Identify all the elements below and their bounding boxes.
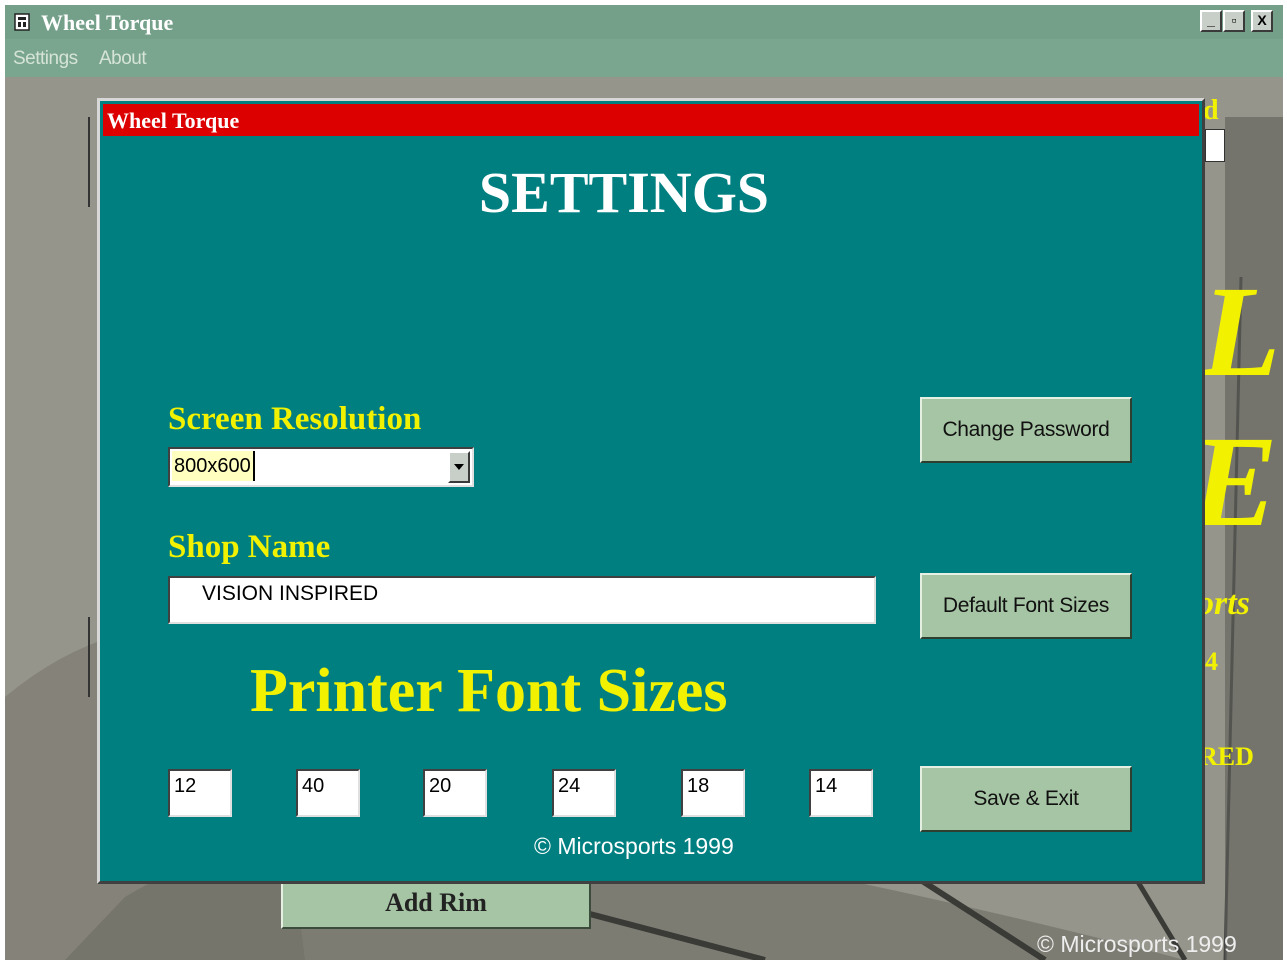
background-logo-fragment-1: L [1201,260,1281,404]
default-font-sizes-button[interactable]: Default Font Sizes [920,573,1132,639]
background-input-fragment [1205,129,1225,162]
font-size-input-3[interactable]: 20 [423,769,487,817]
app-icon [14,13,30,31]
settings-heading: SETTINGS [478,160,770,225]
add-rim-button[interactable]: Add Rim [281,877,591,929]
screen-resolution-select[interactable]: 800x600 [168,447,474,487]
main-window: Wheel Torque _ ▫ X Settings About d L E … [5,5,1283,960]
background-copyright: © Microsports 1999 [1037,931,1237,957]
minimize-button[interactable]: _ [1200,10,1222,32]
shop-name-input[interactable]: VISION INSPIRED [168,576,876,624]
printer-font-sizes-label: Printer Font Sizes [250,657,728,725]
menu-bar: Settings About [5,39,1283,77]
font-size-input-4[interactable]: 24 [552,769,616,817]
menu-settings[interactable]: Settings [13,48,78,70]
window-title: Wheel Torque [41,10,174,35]
restore-button[interactable]: ▫ [1223,10,1245,32]
shop-name-label: Shop Name [168,529,331,565]
settings-dialog: Wheel Torque SETTINGS Screen Resolution … [97,98,1205,884]
dialog-copyright: © Microsports 1999 [534,833,734,859]
menu-about[interactable]: About [99,48,147,70]
change-password-button[interactable]: Change Password [920,397,1132,463]
font-size-input-2[interactable]: 40 [296,769,360,817]
dialog-title: Wheel Torque [107,108,240,133]
screen-resolution-value[interactable]: 800x600 [172,451,255,481]
close-button[interactable]: X [1251,10,1273,32]
title-bar[interactable]: Wheel Torque _ ▫ X [5,5,1283,39]
font-size-input-1[interactable]: 12 [168,769,232,817]
dropdown-arrow-icon[interactable] [448,451,470,483]
background-shop-fragment: RED [1199,742,1254,771]
background-number-fragment: 4 [1205,647,1218,676]
font-size-input-5[interactable]: 18 [681,769,745,817]
font-size-input-6[interactable]: 14 [809,769,873,817]
background-label-fragment: d [1203,95,1219,126]
save-exit-button[interactable]: Save & Exit [920,766,1132,832]
screen-resolution-label: Screen Resolution [168,401,422,437]
dialog-title-bar[interactable]: Wheel Torque [103,104,1199,136]
